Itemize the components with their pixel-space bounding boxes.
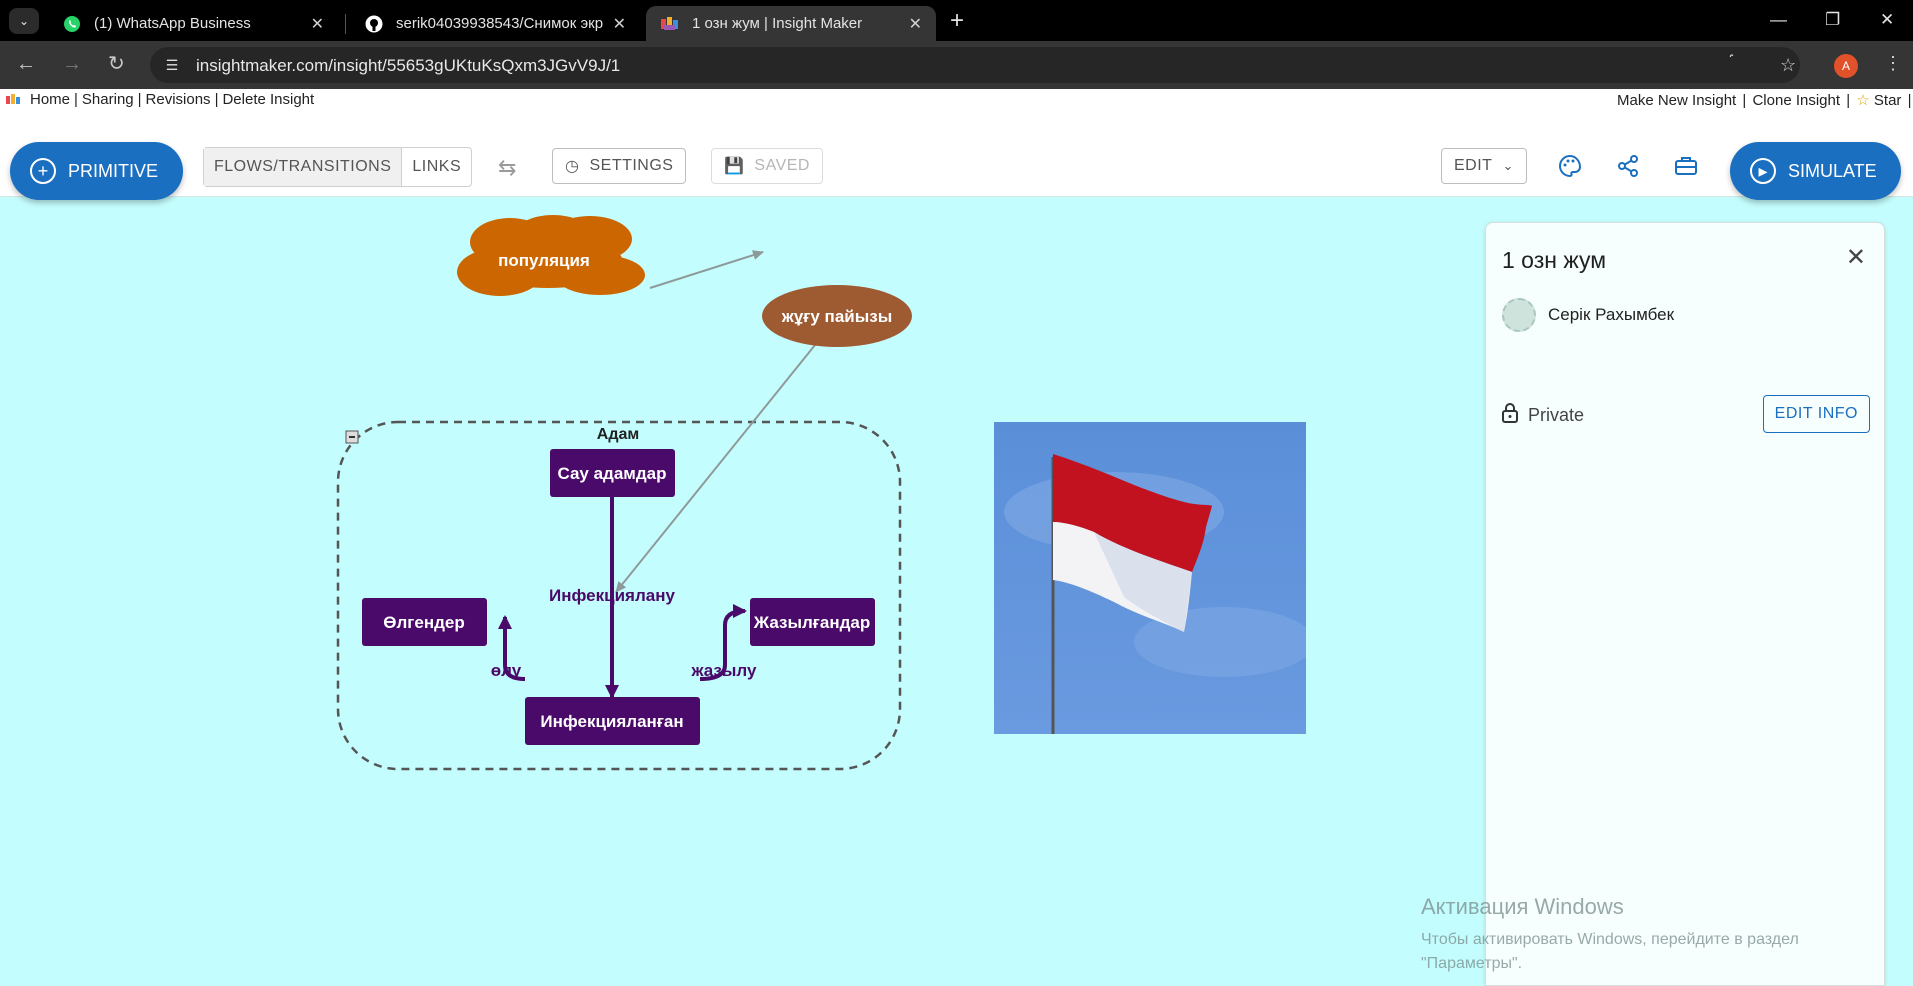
- folder-title: Адам: [597, 426, 639, 443]
- whatsapp-icon: [62, 14, 82, 34]
- swap-arrows-icon[interactable]: ⇆: [498, 155, 516, 181]
- stock-recovered-label: Жазылғандар: [753, 613, 870, 632]
- forward-arrow-icon[interactable]: →: [62, 53, 82, 75]
- edit-menu-button[interactable]: EDIT ⌄: [1441, 148, 1527, 184]
- browser-toolbar: ← → ↻ ☰ insightmaker.com/insight/55653gU…: [0, 41, 1913, 89]
- url-text[interactable]: insightmaker.com/insight/55653gUKtuKsQxm…: [196, 56, 620, 76]
- windows-activation-watermark: Активация Windows Чтобы активировать Win…: [1421, 894, 1881, 976]
- star-bookmark-icon[interactable]: ☆: [1780, 55, 1796, 76]
- site-settings-icon[interactable]: ☰: [162, 55, 182, 75]
- close-icon[interactable]: ✕: [909, 14, 922, 34]
- link-mode-toggle: FLOWS/TRANSITIONS LINKS: [203, 147, 473, 187]
- window-close-icon[interactable]: ✕: [1880, 10, 1894, 30]
- saved-button[interactable]: 💾 SAVED: [711, 148, 823, 184]
- plus-icon: +: [30, 158, 56, 184]
- more-menu-icon[interactable]: ⋮: [1884, 53, 1902, 74]
- chevron-down-icon: ⌄: [18, 14, 30, 28]
- primitive-label: PRIMITIVE: [68, 160, 159, 181]
- home-link[interactable]: Home: [30, 91, 70, 108]
- insight-info-panel: 1 озн жум ✕ Серік Рахымбек Private EDIT …: [1485, 222, 1885, 986]
- clock-icon: ◷: [565, 158, 580, 175]
- watermark-title: Активация Windows: [1421, 894, 1624, 919]
- simulate-label: SIMULATE: [1788, 160, 1877, 181]
- link-separator: |: [74, 91, 78, 108]
- app-toolbar: FLOWS/TRANSITIONS LINKS ⇆ ◷ SETTINGS 💾 S…: [0, 111, 1913, 197]
- chevron-down-icon: ⌄: [1502, 158, 1514, 173]
- indonesia-flag-image: [994, 422, 1314, 734]
- tab-title: (1) WhatsApp Business: [94, 15, 251, 32]
- author-avatar: [1502, 298, 1536, 332]
- tab-separator: [345, 14, 346, 34]
- links-button[interactable]: LINKS: [402, 148, 471, 186]
- close-icon[interactable]: ✕: [1846, 243, 1866, 272]
- flow-recovery-label: жазылу: [691, 661, 757, 680]
- restore-icon[interactable]: ❐: [1825, 10, 1840, 30]
- new-tab-plus-icon[interactable]: +: [950, 9, 964, 33]
- delete-insight-link[interactable]: Delete Insight: [222, 91, 314, 108]
- watermark-text: Чтобы активировать Windows, перейдите в …: [1421, 931, 1799, 972]
- browser-tab-strip: ⌄ (1) WhatsApp Business ✕ serik040399385…: [0, 0, 1913, 41]
- population-label: популяция: [498, 251, 590, 270]
- settings-label: SETTINGS: [589, 157, 674, 174]
- link-separator: |: [137, 91, 142, 108]
- close-icon[interactable]: ✕: [613, 14, 626, 34]
- make-new-insight-link[interactable]: Make New Insight: [1617, 92, 1736, 109]
- author-name: Серік Рахымбек: [1548, 305, 1675, 324]
- tab-title: 1 озн жум | Insight Maker: [692, 15, 863, 32]
- stock-healthy-label: Сау адамдар: [557, 464, 666, 483]
- save-disk-icon: 💾: [724, 158, 745, 175]
- revisions-link[interactable]: Revisions: [146, 91, 211, 108]
- link-separator: |: [1907, 92, 1912, 109]
- settings-button[interactable]: ◷ SETTINGS: [552, 148, 687, 184]
- github-icon: [364, 14, 384, 34]
- edit-info-button[interactable]: EDIT INFO: [1762, 395, 1870, 433]
- link-population-rate[interactable]: [649, 250, 764, 289]
- link-separator: |: [214, 91, 219, 108]
- profile-avatar[interactable]: A: [1834, 54, 1858, 78]
- link-separator: |: [1742, 92, 1747, 109]
- tab-insightmaker[interactable]: 1 озн жум | Insight Maker ✕: [646, 6, 936, 41]
- toolbox-icon[interactable]: [1674, 154, 1698, 185]
- close-icon[interactable]: ✕: [311, 14, 324, 34]
- star-link[interactable]: Star: [1874, 92, 1902, 109]
- flow-death-label: өлу: [491, 661, 522, 680]
- sharing-link[interactable]: Sharing: [82, 91, 134, 108]
- flag-picture[interactable]: [994, 422, 1314, 734]
- stock-infected-label: Инфекцияланған: [540, 712, 683, 731]
- saved-label: SAVED: [754, 157, 810, 174]
- page-top-links: Home | Sharing | Revisions | Delete Insi…: [0, 89, 1913, 111]
- star-icon: ☆: [1856, 92, 1870, 109]
- simulate-button[interactable]: ▸ SIMULATE: [1730, 142, 1901, 200]
- insightmaker-logo-icon: [6, 93, 22, 107]
- clone-insight-link[interactable]: Clone Insight: [1752, 92, 1840, 109]
- palette-icon[interactable]: [1558, 154, 1582, 185]
- stock-dead-label: Өлгендер: [383, 613, 464, 632]
- visibility-label: Private: [1528, 405, 1585, 425]
- address-bar[interactable]: ☰ insightmaker.com/insight/55653gUKtuKsQ…: [150, 47, 1800, 83]
- infection-rate-label: жұғу пайызы: [781, 307, 892, 326]
- reload-icon[interactable]: ↻: [108, 53, 125, 75]
- visibility-row: Private: [1502, 403, 1584, 428]
- minimize-icon[interactable]: —: [1770, 10, 1787, 30]
- edit-label: EDIT: [1454, 157, 1493, 174]
- flows-transitions-button[interactable]: FLOWS/TRANSITIONS: [204, 148, 403, 186]
- panel-title: 1 озн жум: [1502, 247, 1607, 273]
- share-icon[interactable]: [1616, 154, 1640, 185]
- tab-search-button[interactable]: ⌄: [9, 8, 39, 34]
- tab-whatsapp[interactable]: (1) WhatsApp Business ✕: [48, 6, 338, 41]
- link-separator: |: [1846, 92, 1851, 109]
- add-primitive-button[interactable]: + PRIMITIVE: [10, 142, 183, 200]
- lock-icon: [1502, 403, 1518, 428]
- tab-title: serik04039938543/Снимок экр: [396, 15, 603, 32]
- author-row[interactable]: Серік Рахымбек: [1502, 298, 1674, 332]
- flow-infection-label: Инфекциялану: [549, 586, 675, 605]
- insightmaker-icon: [660, 14, 680, 34]
- play-icon: ▸: [1750, 158, 1776, 184]
- back-arrow-icon[interactable]: ←: [16, 53, 36, 75]
- tab-github[interactable]: serik04039938543/Снимок экр ✕: [350, 6, 640, 41]
